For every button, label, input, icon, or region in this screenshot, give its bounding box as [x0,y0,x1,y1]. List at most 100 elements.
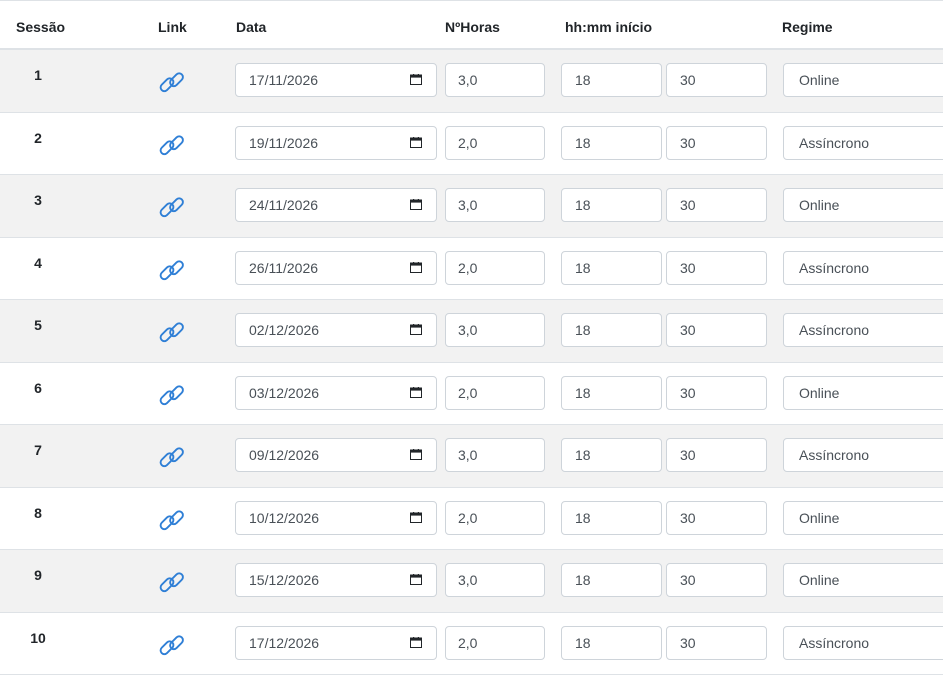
session-number: 2 [34,129,42,146]
calendar-icon[interactable] [410,636,422,648]
link-icon[interactable] [158,194,186,222]
regime-select[interactable]: Assíncrono [783,438,943,472]
date-value: 19/11/2026 [249,134,319,151]
start-hour-input[interactable]: 18 [561,375,662,410]
date-input[interactable]: 17/11/2026 [235,63,437,97]
calendar-icon[interactable] [410,199,422,210]
start-minute-input[interactable]: 30 [666,313,767,347]
regime-select[interactable]: Assíncrono [783,125,943,160]
link-icon[interactable] [158,444,186,472]
link-icon[interactable] [158,132,186,160]
table-body: 1 17/11/2026 3,0 18 30 Online 2 19/11/20… [0,50,943,675]
table-row: 1 17/11/2026 3,0 18 30 Online [0,50,943,113]
calendar-icon[interactable] [410,449,422,460]
regime-select[interactable]: Online [783,500,943,535]
start-minute-input[interactable]: 30 [666,500,767,535]
hours-input[interactable]: 3,0 [445,438,545,472]
date-value: 09/12/2026 [249,447,320,463]
calendar-icon[interactable] [410,511,422,523]
table-row: 5 02/12/2026 3,0 18 30 Assíncrono [0,300,943,363]
start-minute-input[interactable]: 30 [666,250,767,285]
link-icon[interactable] [158,257,186,285]
start-minute-input[interactable]: 30 [666,375,767,410]
header-link: Link [158,19,187,35]
start-minute-input[interactable]: 30 [666,125,767,160]
hours-input[interactable]: 3,0 [445,313,545,347]
regime-select[interactable]: Online [783,563,943,597]
start-hour-input[interactable]: 18 [561,563,662,597]
regime-select[interactable]: Assíncrono [783,250,943,285]
date-value: 26/11/2026 [249,259,319,276]
table-row: 4 26/11/2026 2,0 18 30 Assíncrono [0,238,943,300]
session-number: 4 [34,254,42,271]
date-input[interactable]: 10/12/2026 [235,500,437,535]
link-icon[interactable] [158,632,186,660]
date-input[interactable]: 19/11/2026 [235,125,437,160]
date-value: 24/11/2026 [249,197,319,213]
hours-input[interactable]: 2,0 [445,500,545,535]
link-icon[interactable] [158,569,186,597]
start-hour-input[interactable]: 18 [561,500,662,535]
date-input[interactable]: 17/12/2026 [235,625,437,660]
table-row: 3 24/11/2026 3,0 18 30 Online [0,175,943,238]
date-input[interactable]: 03/12/2026 [235,375,437,410]
regime-select[interactable]: Online [783,375,943,410]
start-minute-input[interactable]: 30 [666,563,767,597]
date-input[interactable]: 02/12/2026 [235,313,437,347]
start-hour-input[interactable]: 18 [561,625,662,660]
sessions-table: Sessão Link Data NºHoras hh:mm início Re… [0,0,943,675]
hours-input[interactable]: 2,0 [445,250,545,285]
hours-input[interactable]: 2,0 [445,625,545,660]
date-value: 03/12/2026 [249,384,320,401]
date-input[interactable]: 15/12/2026 [235,563,437,597]
hours-input[interactable]: 2,0 [445,375,545,410]
calendar-icon[interactable] [410,574,422,585]
hours-input[interactable]: 3,0 [445,563,545,597]
hours-input[interactable]: 3,0 [445,188,545,222]
table-row: 10 17/12/2026 2,0 18 30 Assíncrono [0,613,943,675]
date-value: 10/12/2026 [249,509,320,526]
date-value: 15/12/2026 [249,572,320,588]
start-minute-input[interactable]: 30 [666,188,767,222]
hours-input[interactable]: 2,0 [445,125,545,160]
regime-select[interactable]: Assíncrono [783,625,943,660]
regime-select[interactable]: Online [783,63,943,97]
session-number: 5 [34,317,42,333]
link-icon[interactable] [158,507,186,535]
date-input[interactable]: 09/12/2026 [235,438,437,472]
start-minute-input[interactable]: 30 [666,625,767,660]
calendar-icon[interactable] [410,136,422,148]
table-header: Sessão Link Data NºHoras hh:mm início Re… [0,0,943,50]
date-value: 02/12/2026 [249,322,320,338]
session-number: 3 [34,192,42,208]
table-row: 8 10/12/2026 2,0 18 30 Online [0,488,943,550]
hours-input[interactable]: 3,0 [445,63,545,97]
calendar-icon[interactable] [410,386,422,398]
start-minute-input[interactable]: 30 [666,438,767,472]
start-hour-input[interactable]: 18 [561,438,662,472]
session-number: 10 [30,629,46,646]
calendar-icon[interactable] [410,324,422,335]
start-hour-input[interactable]: 18 [561,313,662,347]
calendar-icon[interactable] [410,74,422,85]
link-icon[interactable] [158,382,186,410]
date-value: 17/11/2026 [249,72,319,88]
start-minute-input[interactable]: 30 [666,63,767,97]
table-row: 6 03/12/2026 2,0 18 30 Online [0,363,943,425]
table-row: 9 15/12/2026 3,0 18 30 Online [0,550,943,613]
link-icon[interactable] [158,319,186,347]
start-hour-input[interactable]: 18 [561,250,662,285]
date-input[interactable]: 24/11/2026 [235,188,437,222]
start-hour-input[interactable]: 18 [561,125,662,160]
table-row: 7 09/12/2026 3,0 18 30 Assíncrono [0,425,943,488]
date-input[interactable]: 26/11/2026 [235,250,437,285]
start-hour-input[interactable]: 18 [561,63,662,97]
calendar-icon[interactable] [410,261,422,273]
header-data: Data [236,19,267,35]
start-hour-input[interactable]: 18 [561,188,662,222]
regime-select[interactable]: Online [783,188,943,222]
regime-select[interactable]: Assíncrono [783,313,943,347]
link-icon[interactable] [158,69,186,97]
header-sessao: Sessão [16,19,66,35]
header-horas: NºHoras [445,19,500,35]
